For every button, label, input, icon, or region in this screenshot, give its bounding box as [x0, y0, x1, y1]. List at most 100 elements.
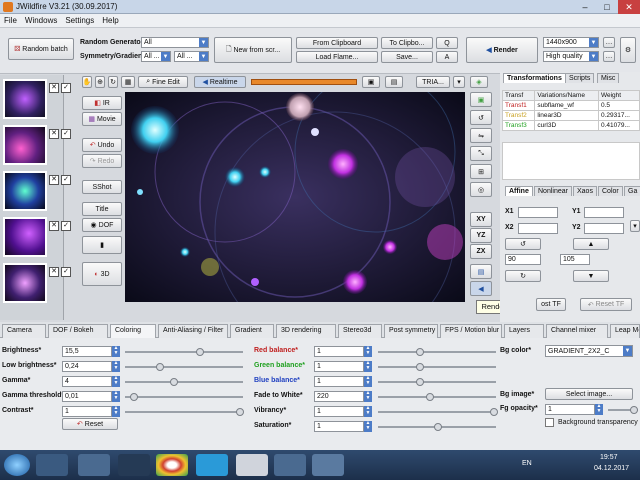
- x1-field[interactable]: [518, 207, 558, 218]
- rotate-left-button[interactable]: ↺: [470, 110, 492, 125]
- thumbnail-2[interactable]: ✕ ✓: [3, 125, 71, 165]
- contrast-slider[interactable]: [125, 411, 243, 413]
- flame-preview[interactable]: [125, 92, 465, 302]
- x2-field[interactable]: [518, 223, 558, 234]
- bg-color-select[interactable]: GRADIENT_2X2_C ▼: [545, 345, 633, 357]
- thumbnail-3[interactable]: ✕ ✓: [3, 171, 71, 211]
- select-image-button[interactable]: Select image...: [545, 388, 633, 400]
- q-button[interactable]: Q: [436, 37, 458, 49]
- gamma-slider[interactable]: [125, 381, 243, 383]
- gamma-spinner[interactable]: ▲ ▼: [112, 376, 120, 387]
- tab-xaos[interactable]: Xaos: [573, 186, 597, 196]
- tab-channel-mixer[interactable]: Channel mixer: [546, 324, 608, 338]
- slider-knob[interactable]: [416, 363, 424, 371]
- load-flame-button[interactable]: Load Flame...: [296, 51, 378, 63]
- fade-to-white-slider[interactable]: [378, 396, 496, 398]
- fine-edit-button[interactable]: ⌕ Fine Edit: [138, 76, 188, 88]
- slider-knob[interactable]: [630, 406, 638, 414]
- slider-knob[interactable]: [490, 408, 498, 416]
- scale-down-button[interactable]: ▼: [573, 270, 609, 282]
- window-icon[interactable]: [312, 454, 344, 476]
- camera-button[interactable]: ◎: [470, 182, 492, 197]
- tab-layers[interactable]: Layers: [504, 324, 544, 338]
- low-brightness-slider[interactable]: [125, 366, 243, 368]
- low-brightness-field[interactable]: 0,24: [62, 361, 112, 372]
- scale-amount-field[interactable]: 105: [560, 254, 590, 265]
- realtime-button[interactable]: ◀ Realtime: [194, 76, 246, 88]
- tab-3d-rendering[interactable]: 3D rendering: [276, 324, 336, 338]
- select-checkbox[interactable]: ✓: [61, 175, 71, 185]
- rotate-right-transform-button[interactable]: ↻: [505, 270, 541, 282]
- reset-tf-button[interactable]: ↶ Reset TF: [580, 298, 632, 311]
- tab-misc[interactable]: Misc: [597, 73, 620, 83]
- tab-color[interactable]: Color: [598, 186, 623, 196]
- title-button[interactable]: Title: [82, 202, 122, 216]
- resolution-select[interactable]: 1440x900 ▼: [543, 37, 599, 48]
- slider-knob[interactable]: [130, 393, 138, 401]
- quality-select[interactable]: High quality ▼: [543, 51, 599, 62]
- zoom-fit-button[interactable]: ⊞: [470, 164, 492, 179]
- slider-knob[interactable]: [170, 378, 178, 386]
- reset-button[interactable]: ↶ Reset: [62, 418, 118, 430]
- save-button[interactable]: Save...: [381, 51, 433, 63]
- menu-file[interactable]: File: [0, 14, 21, 25]
- start-button[interactable]: [4, 454, 30, 476]
- render-button[interactable]: ◀ Render: [466, 37, 538, 63]
- red-balance-spinner[interactable]: ▲ ▼: [364, 346, 372, 357]
- fg-opacity-field[interactable]: 1: [545, 404, 595, 415]
- ir-button[interactable]: ◧ IR: [82, 96, 122, 110]
- red-balance-slider[interactable]: [378, 351, 496, 353]
- menu-help[interactable]: Help: [98, 14, 122, 25]
- zoom-button[interactable]: ⊕: [95, 76, 105, 88]
- post-tf-button[interactable]: ost TF: [536, 298, 566, 311]
- redo-button[interactable]: ↷ Redo: [82, 154, 122, 168]
- media-player-icon[interactable]: [78, 454, 110, 476]
- telegram-icon[interactable]: [196, 454, 228, 476]
- gamma-threshold-field[interactable]: 0,01: [62, 391, 112, 402]
- reset-view-button[interactable]: ▣: [470, 92, 492, 107]
- edit-button[interactable]: ▤: [385, 76, 403, 88]
- flip-button[interactable]: ⇋: [470, 128, 492, 143]
- minimize-button[interactable]: –: [574, 0, 596, 14]
- select-checkbox[interactable]: ✓: [61, 83, 71, 93]
- remove-icon[interactable]: ✕: [49, 221, 59, 231]
- layers-view-button[interactable]: ▤: [470, 264, 492, 279]
- tab-nonlinear[interactable]: Nonlinear: [534, 186, 572, 196]
- green-balance-spinner[interactable]: ▲ ▼: [364, 361, 372, 372]
- sshot-button[interactable]: SShot: [82, 180, 122, 194]
- three-d-button[interactable]: ◐ 3D: [82, 262, 122, 286]
- brightness-slider[interactable]: [125, 351, 243, 353]
- contrast-spinner[interactable]: ▲ ▼: [112, 406, 120, 417]
- resolution-edit-button[interactable]: …: [603, 37, 615, 48]
- thumbnail-4[interactable]: ✕ ✓: [3, 217, 71, 257]
- a-button[interactable]: A: [436, 51, 458, 63]
- settings-button[interactable]: ⚙: [620, 37, 636, 63]
- contrast-field[interactable]: 1: [62, 406, 112, 417]
- chrome-icon[interactable]: [156, 454, 188, 476]
- remove-icon[interactable]: ✕: [49, 129, 59, 139]
- explorer-icon[interactable]: [36, 454, 68, 476]
- tab-dof-bokeh[interactable]: DOF / Bokeh: [48, 324, 108, 338]
- brightness-field[interactable]: 15,5: [62, 346, 112, 357]
- tab-transformations[interactable]: Transformations: [503, 73, 566, 83]
- zx-plane-button[interactable]: ZX: [470, 244, 492, 259]
- low-brightness-spinner[interactable]: ▲ ▼: [112, 361, 120, 372]
- table-row[interactable]: Transf3 curl3D 0.41079...: [501, 120, 640, 131]
- scale-button[interactable]: ⤡: [470, 146, 492, 161]
- random-batch-button[interactable]: ⚄ Random batch: [8, 38, 74, 60]
- menu-settings[interactable]: Settings: [61, 14, 98, 25]
- green-balance-slider[interactable]: [378, 366, 496, 368]
- fade-to-white-field[interactable]: 220: [314, 391, 364, 402]
- xy-plane-button[interactable]: XY: [470, 212, 492, 227]
- select-checkbox[interactable]: ✓: [61, 129, 71, 139]
- tab-affine[interactable]: Affine: [505, 186, 533, 196]
- rotate-amount-field[interactable]: 90: [505, 254, 541, 265]
- x2-arrow-button[interactable]: ▾: [630, 220, 640, 232]
- brightness-spinner[interactable]: ▲ ▼: [112, 346, 120, 357]
- language-indicator[interactable]: EN: [522, 460, 532, 467]
- java-icon[interactable]: [236, 454, 268, 476]
- color-mode-button[interactable]: ◈: [470, 76, 488, 88]
- sound-button[interactable]: ▮: [82, 236, 122, 254]
- remove-icon[interactable]: ✕: [49, 83, 59, 93]
- thumbnail-1[interactable]: ✕ ✓: [3, 79, 71, 119]
